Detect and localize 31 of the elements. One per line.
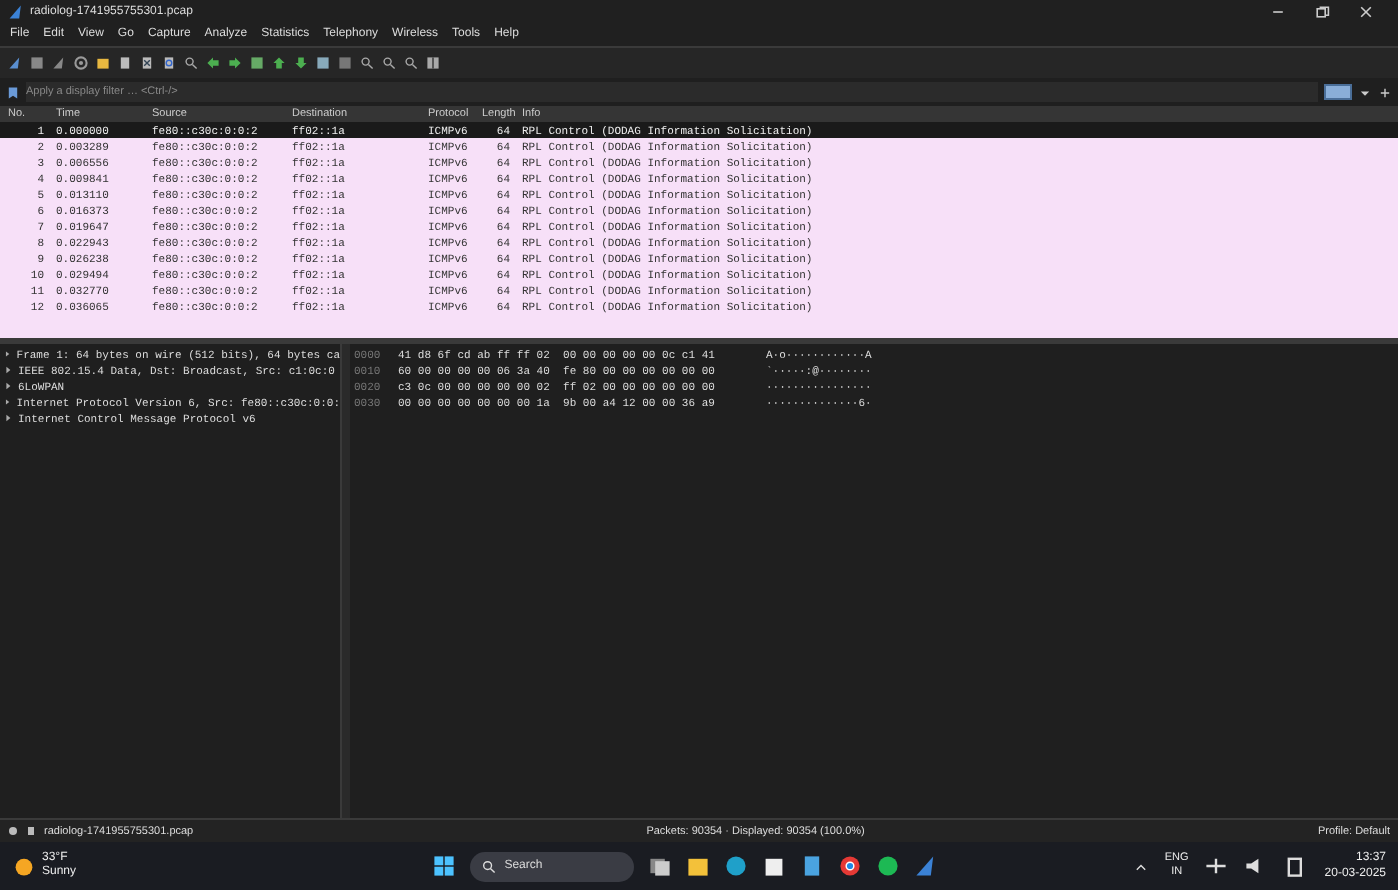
shark-fin-icon[interactable] bbox=[52, 56, 66, 70]
search-icon bbox=[482, 859, 497, 873]
status-circle-icon[interactable] bbox=[8, 826, 18, 836]
windows-start-icon[interactable] bbox=[432, 854, 457, 878]
bookmark-icon[interactable] bbox=[6, 85, 20, 99]
shark-fin-icon[interactable] bbox=[914, 854, 939, 878]
expand-triangle-icon[interactable] bbox=[4, 366, 12, 374]
document-icon[interactable] bbox=[26, 826, 36, 836]
columns-icon[interactable] bbox=[426, 56, 440, 70]
expand-triangle-icon[interactable] bbox=[4, 350, 11, 358]
close-icon[interactable] bbox=[1358, 3, 1374, 19]
search-icon[interactable] bbox=[184, 56, 198, 70]
down-arrow-icon[interactable] bbox=[294, 56, 308, 70]
plus-icon[interactable] bbox=[1378, 85, 1392, 99]
sun-icon[interactable] bbox=[12, 854, 36, 878]
right-arrow-icon[interactable] bbox=[228, 56, 242, 70]
expand-triangle-icon[interactable] bbox=[4, 414, 12, 422]
task-view-icon[interactable] bbox=[648, 854, 673, 878]
folder-icon[interactable] bbox=[686, 854, 711, 878]
up-arrow-icon[interactable] bbox=[272, 56, 286, 70]
gear-icon[interactable] bbox=[74, 56, 88, 70]
restore-icon[interactable] bbox=[1314, 3, 1330, 19]
expand-triangle-icon[interactable] bbox=[4, 382, 12, 390]
folder-icon[interactable] bbox=[96, 56, 110, 70]
document-icon[interactable] bbox=[118, 56, 132, 70]
chevron-up-icon[interactable] bbox=[1134, 859, 1149, 873]
expand-triangle-icon[interactable] bbox=[4, 398, 11, 406]
close-file-icon[interactable] bbox=[140, 56, 154, 70]
left-arrow-icon[interactable] bbox=[206, 56, 220, 70]
shark-fin-icon[interactable] bbox=[8, 56, 22, 70]
square-icon[interactable] bbox=[30, 56, 44, 70]
